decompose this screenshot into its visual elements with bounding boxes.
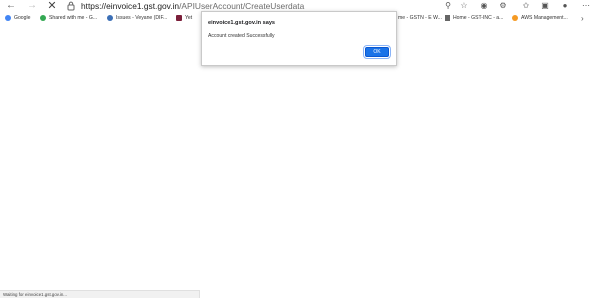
bookmark-google[interactable]: Google: [5, 13, 30, 24]
bookmark-gstn[interactable]: me - GSTN - E W...: [398, 13, 442, 24]
url-domain: https://einvoice1.gst.gov.in: [81, 1, 180, 11]
dialog-message: Account created Successfully: [208, 33, 275, 39]
back-arrow-icon[interactable]: ←: [4, 0, 18, 12]
page-favicon-icon: [445, 14, 450, 21]
issues-favicon-icon: [107, 14, 113, 21]
bookmark-shared-with-me[interactable]: Shared with me - G...: [40, 13, 97, 24]
drive-favicon-icon: [40, 14, 46, 21]
favorite-star-icon[interactable]: ☆: [458, 0, 470, 12]
stop-loading-icon[interactable]: ✕: [45, 0, 59, 12]
bookmark-issues[interactable]: Issues - Veyane (DIF...: [107, 13, 167, 24]
more-menu-icon[interactable]: ⋯: [580, 0, 592, 12]
zoom-icon[interactable]: ⚲: [442, 0, 454, 12]
lock-icon: [67, 1, 75, 11]
settings-icon[interactable]: ⚙: [497, 0, 509, 12]
extension-icon[interactable]: ◉: [478, 0, 490, 12]
google-favicon-icon: [5, 14, 11, 21]
profile-avatar-icon[interactable]: ●: [559, 0, 571, 12]
bookmark-yet[interactable]: Yet: [176, 13, 192, 24]
app-favicon-icon: [176, 14, 182, 21]
alert-dialog: einvoice1.gst.gov.in says Account create…: [201, 11, 397, 66]
favorites-icon[interactable]: ✩: [520, 0, 532, 12]
chevron-right-icon[interactable]: ›: [581, 13, 584, 24]
status-bar: Waiting for einvoice1.gst.gov.in...: [0, 290, 200, 298]
dialog-title: einvoice1.gst.gov.in says: [208, 20, 276, 26]
bookmark-aws[interactable]: AWS Management...: [512, 13, 568, 24]
collections-icon[interactable]: ▣: [539, 0, 551, 12]
url-path: /APIUserAccount/CreateUserdata: [179, 1, 305, 11]
forward-arrow-icon[interactable]: →: [25, 0, 39, 12]
ok-button[interactable]: OK: [363, 45, 391, 59]
aws-favicon-icon: [512, 14, 518, 21]
bookmark-home-gst[interactable]: Home - GST-INC - a...: [445, 13, 503, 24]
